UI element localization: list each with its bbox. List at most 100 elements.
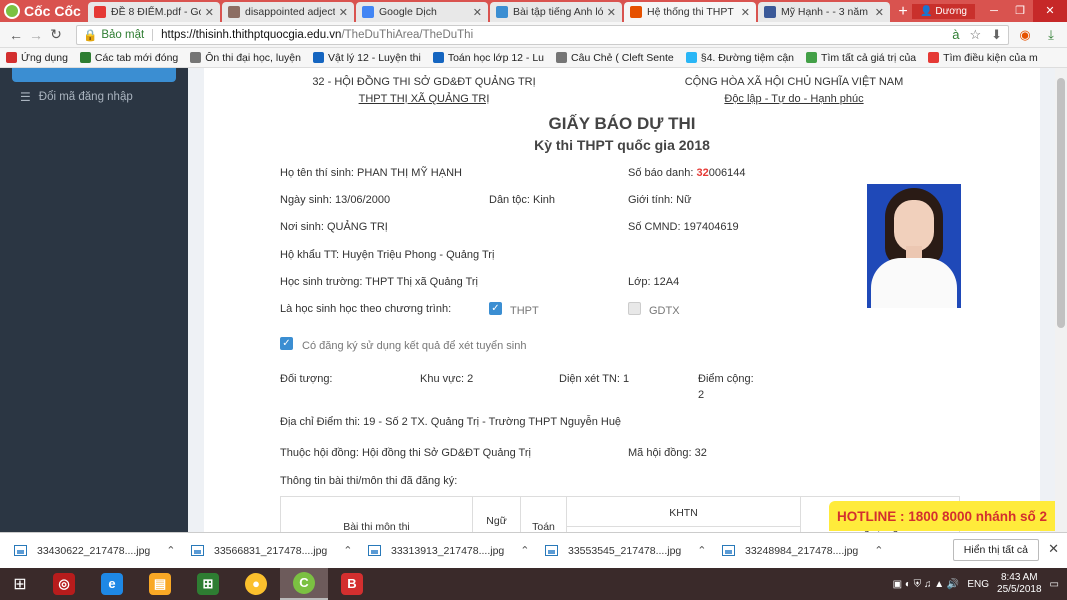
bookmark-item[interactable]: Ứng dụng	[6, 52, 68, 64]
download-item[interactable]: 33430622_217478....jpg ⌃	[14, 544, 191, 557]
new-tab-button[interactable]: +	[892, 2, 914, 22]
table-header-math: Toán	[521, 497, 567, 532]
star-icon[interactable]: ☆	[969, 27, 981, 43]
bookmark-item[interactable]: Câu Chẻ ( Cleft Sente	[556, 52, 674, 64]
download-item[interactable]: 33566831_217478....jpg ⌃	[191, 544, 368, 557]
bookmark-item[interactable]: Vật lý 12 - Luyện thi	[313, 52, 421, 64]
browser-tab[interactable]: Hệ thống thi THPT Q... ✕	[624, 2, 756, 22]
lock-icon: 🔒	[83, 29, 98, 42]
priority-group: Đối tượng:	[280, 373, 333, 385]
bookmark-label: Toán học lớp 12 - Lu	[447, 51, 545, 64]
download-item[interactable]: 33248984_217478....jpg ⌃	[722, 544, 899, 557]
bookmark-label: Ứng dụng	[21, 51, 68, 64]
chevron-up-icon[interactable]: ⌃	[697, 544, 706, 557]
browser-tab[interactable]: Mỹ Hạnh - - 3 năm = ✕	[758, 2, 890, 22]
thpt-checkbox[interactable]: ✓	[489, 302, 502, 315]
forward-icon[interactable]: →	[26, 27, 46, 43]
council-code: Mã hội đồng: 32	[628, 447, 707, 459]
exam-notice-paper: 32 - HỘI ĐỒNG THI SỞ GD&ĐT QUẢNG TRỊ THP…	[204, 68, 1040, 532]
game-app-icon[interactable]: ◎	[40, 568, 88, 600]
download-icon[interactable]: ⬇	[991, 27, 1002, 43]
address-bar[interactable]: 🔒 Bảo mật https://thisinh.thithptquocgia…	[76, 24, 1009, 45]
id-card-number: Số CMND: 197404619	[628, 221, 739, 233]
scrollbar-thumb[interactable]	[1057, 78, 1065, 328]
page-scrollbar[interactable]	[1055, 68, 1067, 532]
bookmark-item[interactable]: Tìm điều kiện của m	[928, 52, 1038, 64]
candidate-photo	[867, 184, 961, 308]
candidate-name: Họ tên thí sinh: PHAN THỊ MỸ HẠNH	[280, 167, 462, 179]
admission-checkbox[interactable]: ✓	[280, 337, 293, 350]
coccoc-icon	[630, 6, 642, 18]
close-tab-icon[interactable]: ✕	[741, 6, 750, 19]
bookmark-item[interactable]: Các tab mới đóng	[79, 52, 178, 64]
browser-tab[interactable]: ĐỀ 8 ĐIỂM.pdf - Goog ✕	[88, 2, 220, 22]
bkav-icon[interactable]: B	[328, 568, 376, 600]
national-header: CỘNG HÒA XÃ HỘI CHỦ NGHĨA VIỆT NAM Độc l…	[664, 74, 924, 108]
user-profile-button[interactable]: 👤 Dương	[912, 3, 975, 19]
close-tab-icon[interactable]: ✕	[875, 6, 884, 19]
secure-label[interactable]: Bảo mật	[101, 28, 154, 41]
hotline-banner[interactable]: HOTLINE : 1800 8000 nhánh số 2	[829, 501, 1055, 531]
chevron-up-icon[interactable]: ⌃	[520, 544, 529, 557]
browser-tab[interactable]: disappointed adjectiv ✕	[222, 2, 354, 22]
close-tab-icon[interactable]: ✕	[339, 6, 348, 19]
sidebar-item-label: Đổi mã đăng nhập	[38, 91, 133, 103]
download-item[interactable]: 33553545_217478....jpg ⌃	[545, 544, 722, 557]
bookmark-label: §4. Đường tiệm cận	[700, 51, 795, 64]
close-tab-icon[interactable]: ✕	[473, 6, 482, 19]
download-arrow-icon[interactable]: ⤓	[1041, 27, 1061, 43]
bookmark-icon	[496, 6, 508, 18]
coccoc-taskbar-icon[interactable]: C	[280, 568, 328, 600]
file-explorer-icon[interactable]: ▤	[136, 568, 184, 600]
chevron-up-icon[interactable]: ⌃	[166, 544, 175, 557]
show-all-downloads-button[interactable]: Hiển thị tất cả	[952, 539, 1039, 561]
close-tab-icon[interactable]: ✕	[205, 6, 214, 19]
bonus-points-value: 2	[698, 389, 705, 401]
chevron-up-icon[interactable]: ⌃	[343, 544, 352, 557]
tab-label: Bài tập tiếng Anh lớp	[513, 6, 603, 18]
clock-date: 25/5/2018	[997, 584, 1042, 595]
close-tab-icon[interactable]: ✕	[607, 6, 616, 19]
browser-tab[interactable]: Bài tập tiếng Anh lớp ✕	[490, 2, 622, 22]
main-content: 32 - HỘI ĐỒNG THI SỞ GD&ĐT QUẢNG TRỊ THP…	[188, 68, 1055, 532]
restore-icon[interactable]: ❐	[1007, 0, 1033, 22]
browser-tab[interactable]: Google Dịch ✕	[356, 2, 488, 22]
close-window-icon[interactable]: ✕	[1033, 0, 1067, 22]
url-text[interactable]: https://thisinh.thithptquocgia.edu.vn/Th…	[161, 29, 473, 41]
chrome-icon[interactable]: ●	[232, 568, 280, 600]
bookmark-item[interactable]: §4. Đường tiệm cận	[685, 51, 795, 64]
close-downloads-icon[interactable]: ✕	[1048, 541, 1059, 557]
internet-explorer-icon[interactable]: e	[88, 568, 136, 600]
tray-icons[interactable]: ▣ ◐ ⛨ ♫ ▲ 🔊	[893, 579, 960, 590]
tab-label: ĐỀ 8 ĐIỂM.pdf - Goog	[111, 6, 201, 18]
translate-icon[interactable]: à	[952, 27, 959, 43]
minimize-icon[interactable]: ─	[981, 0, 1007, 22]
notifications-icon[interactable]: ▭	[1050, 579, 1059, 590]
birth-place: Nơi sinh: QUẢNG TRỊ	[280, 221, 388, 233]
image-file-icon	[722, 545, 735, 556]
chevron-up-icon[interactable]: ⌃	[874, 544, 883, 557]
browser-brand[interactable]: Cốc Cốc	[0, 0, 88, 22]
store-icon[interactable]: ⊞	[184, 568, 232, 600]
bookmark-item[interactable]: Toán học lớp 12 - Lu	[432, 51, 545, 64]
windows-start-icon[interactable]: ⊞	[0, 568, 40, 600]
graduation-category: Diện xét TN: 1	[559, 373, 630, 385]
bookmark-item[interactable]: Ôn thi đại học, luyện	[190, 52, 301, 64]
bookmark-icon	[6, 52, 17, 63]
download-item[interactable]: 33313913_217478....jpg ⌃	[368, 544, 545, 557]
dictionary-icon	[228, 6, 240, 18]
bookmark-label: Tìm điều kiện của m	[943, 51, 1038, 64]
extension-icon[interactable]: ◉	[1015, 27, 1035, 43]
bonus-points-label: Điểm cộng:	[698, 373, 754, 385]
downloads-bar: 33430622_217478....jpg ⌃ 33566831_217478..…	[0, 532, 1067, 568]
bookmark-item[interactable]: Tìm tất cả giá trị của	[806, 52, 916, 64]
language-indicator[interactable]: ENG	[967, 579, 989, 590]
gdtx-checkbox[interactable]	[628, 302, 641, 315]
clock[interactable]: 8:43 AM 25/5/2018	[997, 572, 1042, 596]
sidebar-active-item[interactable]	[12, 68, 176, 82]
system-tray: ▣ ◐ ⛨ ♫ ▲ 🔊 ENG 8:43 AM 25/5/2018 ▭	[893, 568, 1059, 600]
document-icon	[362, 6, 374, 18]
sidebar-item-change-login[interactable]: ☰ Đổi mã đăng nhập	[20, 90, 133, 104]
back-icon[interactable]: ←	[6, 27, 26, 43]
reload-icon[interactable]: ↻	[46, 26, 66, 43]
